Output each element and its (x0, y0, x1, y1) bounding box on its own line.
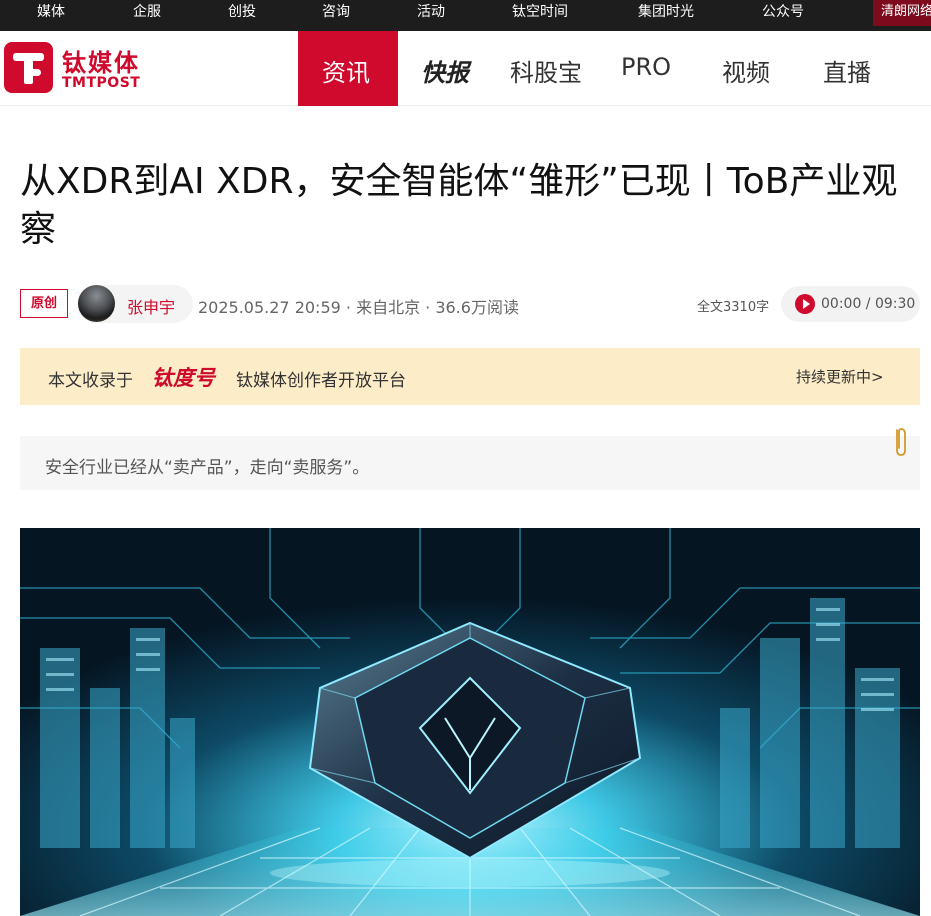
creator-platform-banner[interactable]: 本文收录于 钛度号 钛媒体创作者开放平台 持续更新中> (20, 348, 920, 405)
audio-time: 00:00 / 09:30 (821, 296, 916, 312)
original-badge: 原创 (20, 289, 68, 318)
nav-tab-live[interactable]: 直播 (823, 53, 871, 88)
topbar-link-wechat[interactable]: 公众号 (762, 0, 804, 31)
play-icon[interactable] (795, 294, 815, 314)
top-bar: 媒体 企服 创投 咨询 活动 钛空时间 集团时光 公众号 清朗网络 (0, 0, 931, 31)
avatar[interactable] (78, 285, 115, 322)
paperclip-icon (896, 428, 906, 456)
logo-text[interactable]: 钛媒体 (62, 43, 140, 78)
logo-icon[interactable] (4, 42, 53, 93)
site-header: 钛媒体 TMTPOST 资讯 快报 科股宝 PRO 视频 直播 (0, 31, 931, 106)
nav-tab-news[interactable]: 资讯 (322, 53, 370, 88)
word-count: 全文3310字 (697, 300, 770, 315)
nav-tab-flash[interactable]: 快报 (421, 53, 469, 88)
summary-text: 安全行业已经从“卖产品”，走向“卖服务”。 (45, 458, 370, 478)
topbar-link-space-time[interactable]: 钛空时间 (512, 0, 568, 31)
nav-tab-video[interactable]: 视频 (722, 53, 770, 88)
author-name[interactable]: 张申宇 (127, 294, 175, 318)
article-summary: 安全行业已经从“卖产品”，走向“卖服务”。 (20, 436, 920, 490)
topbar-link-events[interactable]: 活动 (417, 0, 445, 31)
hero-image (20, 528, 920, 916)
banner-brand-logo: 钛度号 (152, 366, 215, 390)
banner-more-link[interactable]: 持续更新中> (796, 366, 884, 387)
banner-prefix: 本文收录于 (48, 371, 133, 391)
topbar-promo-link[interactable]: 清朗网络 (873, 0, 931, 26)
article-meta: 2025.05.27 20:59 · 来自北京 · 36.6万阅读 (198, 298, 519, 317)
topbar-link-enterprise[interactable]: 企服 (133, 0, 161, 31)
article-title: 从XDR到AI XDR，安全智能体“雏形”已现丨ToB产业观察 (20, 161, 898, 250)
topbar-link-media[interactable]: 媒体 (37, 0, 65, 31)
banner-suffix: 钛媒体创作者开放平台 (236, 371, 406, 391)
logo-subtext[interactable]: TMTPOST (62, 75, 140, 91)
topbar-link-venture[interactable]: 创投 (228, 0, 256, 31)
nav-tab-pro[interactable]: PRO (621, 53, 671, 81)
nav-tab-kegubao[interactable]: 科股宝 (510, 53, 582, 88)
topbar-link-consulting[interactable]: 咨询 (322, 0, 350, 31)
topbar-link-group-time[interactable]: 集团时光 (638, 0, 694, 31)
